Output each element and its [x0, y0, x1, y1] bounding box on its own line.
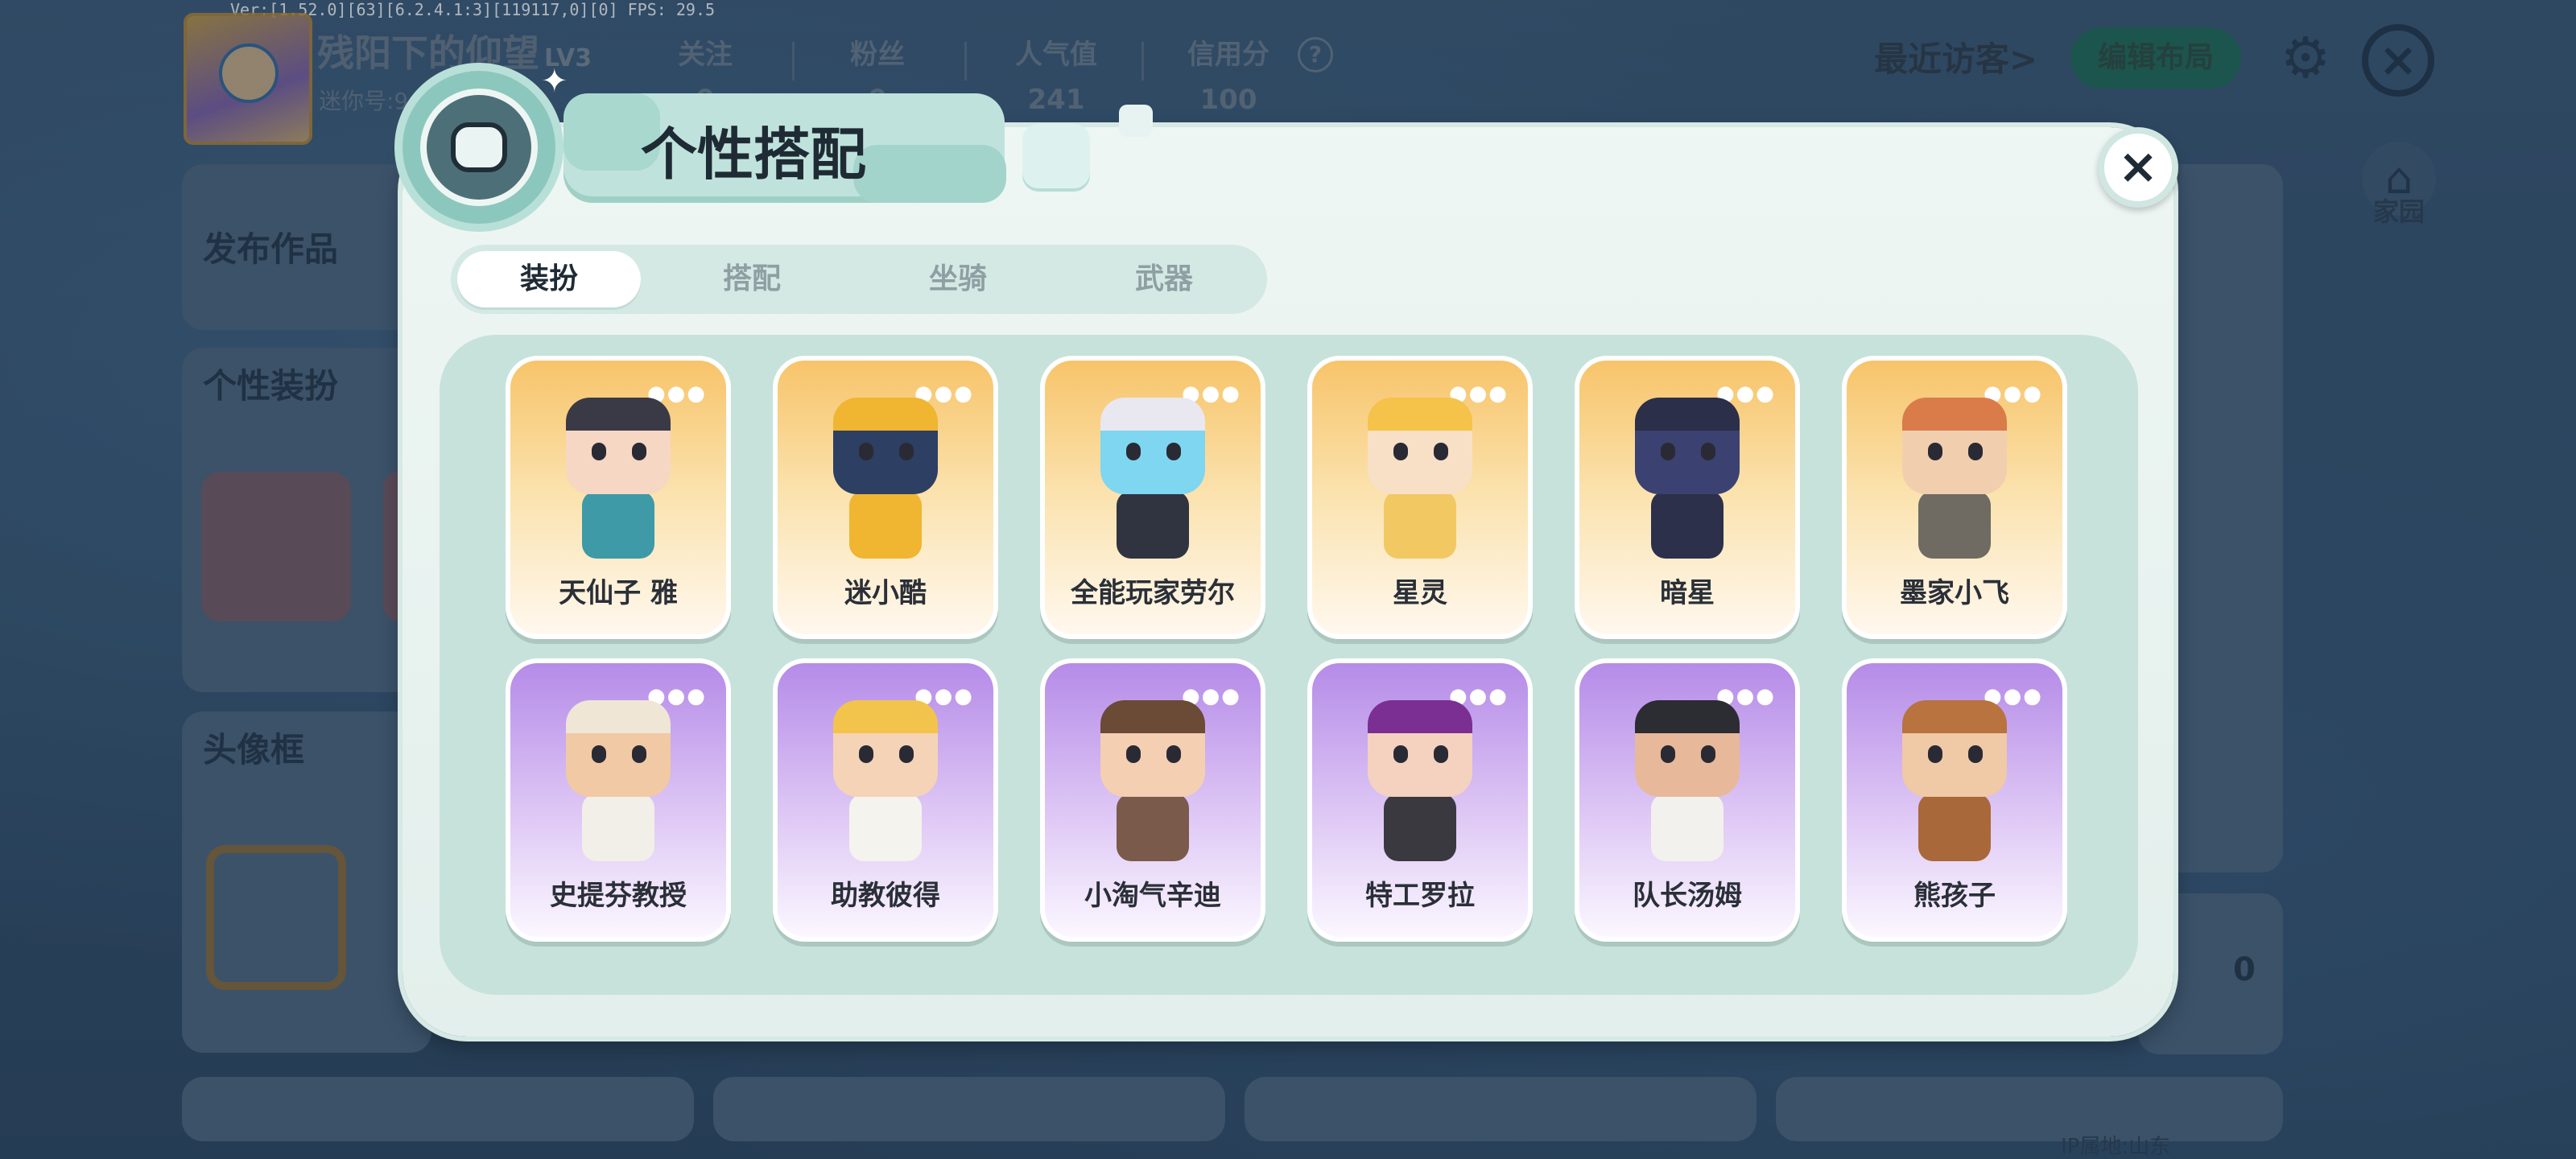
character-head: [1368, 700, 1472, 797]
skin-name: 史提芬教授: [550, 880, 687, 912]
skin-card[interactable]: ●●● 队长汤姆: [1575, 658, 1800, 942]
skin-card[interactable]: ●●● 星灵: [1307, 356, 1533, 639]
character-portrait: [1627, 398, 1748, 559]
decoration: [1022, 124, 1090, 188]
character-portrait: [1092, 398, 1213, 559]
character-head: [833, 700, 938, 797]
skin-card[interactable]: ●●● 迷小酷: [773, 356, 998, 639]
character-eye: [632, 745, 646, 763]
character-eye: [859, 745, 873, 763]
character-head: [833, 398, 938, 494]
mascot-face-icon: [451, 122, 507, 172]
character-head: [1635, 398, 1740, 494]
character-body: [1651, 491, 1724, 559]
skin-name: 天仙子 雅: [559, 577, 678, 609]
character-eye: [1126, 745, 1141, 763]
character-eye: [592, 745, 606, 763]
character-portrait: [1627, 700, 1748, 861]
category-tabs: 装扮 搭配 坐骑 武器: [451, 245, 1267, 314]
character-head: [1100, 700, 1205, 797]
character-eye: [899, 745, 914, 763]
character-portrait: [825, 700, 946, 861]
decoration: [853, 145, 1006, 203]
character-head: [1635, 700, 1740, 797]
skin-name: 全能玩家劳尔: [1071, 577, 1235, 609]
character-eye: [1434, 443, 1448, 460]
character-portrait: [558, 398, 679, 559]
character-body: [1651, 794, 1724, 861]
character-eye: [1126, 443, 1141, 460]
character-body: [1384, 794, 1456, 861]
character-eye: [632, 443, 646, 460]
character-body: [582, 491, 654, 559]
character-body: [849, 491, 922, 559]
skin-card[interactable]: ●●● 全能玩家劳尔: [1040, 356, 1265, 639]
character-head: [1902, 700, 2007, 797]
tab-mount[interactable]: 坐骑: [866, 251, 1050, 307]
character-eye: [1928, 443, 1942, 460]
mascot-emblem: [394, 63, 564, 232]
character-portrait: [1360, 700, 1480, 861]
character-body: [1918, 794, 1991, 861]
character-body: [1117, 794, 1189, 861]
character-eye: [1968, 443, 1983, 460]
skin-name: 暗星: [1660, 577, 1715, 609]
character-head: [566, 398, 671, 494]
character-body: [849, 794, 922, 861]
skin-card[interactable]: ●●● 暗星: [1575, 356, 1800, 639]
character-body: [1918, 491, 1991, 559]
character-eye: [1393, 745, 1408, 763]
character-portrait: [825, 398, 946, 559]
skin-name: 特工罗拉: [1365, 880, 1475, 912]
character-eye: [592, 443, 606, 460]
character-eye: [1701, 745, 1715, 763]
character-portrait: [1894, 398, 2015, 559]
character-portrait: [1360, 398, 1480, 559]
character-body: [1384, 491, 1456, 559]
character-portrait: [1894, 700, 2015, 861]
character-eye: [1393, 443, 1408, 460]
skin-card[interactable]: ●●● 天仙子 雅: [506, 356, 731, 639]
skin-card[interactable]: ●●● 墨家小飞: [1842, 356, 2067, 639]
character-eye: [1661, 745, 1675, 763]
tab-weapon[interactable]: 武器: [1072, 251, 1256, 307]
character-eye: [1434, 745, 1448, 763]
character-head: [1902, 398, 2007, 494]
skin-card[interactable]: ●●● 助教彼得: [773, 658, 998, 942]
decoration: [1119, 105, 1153, 137]
character-eye: [1661, 443, 1675, 460]
character-eye: [859, 443, 873, 460]
skin-card[interactable]: ●●● 史提芬教授: [506, 658, 731, 942]
tab-combo[interactable]: 搭配: [660, 251, 844, 307]
skin-name: 熊孩子: [1913, 880, 1996, 912]
character-eye: [1701, 443, 1715, 460]
character-body: [582, 794, 654, 861]
skin-card[interactable]: ●●● 熊孩子: [1842, 658, 2067, 942]
tab-outfit[interactable]: 装扮: [457, 251, 641, 307]
character-head: [566, 700, 671, 797]
character-eye: [1166, 443, 1181, 460]
character-portrait: [558, 700, 679, 861]
skin-card[interactable]: ●●● 小淘气辛迪: [1040, 658, 1265, 942]
character-eye: [1928, 745, 1942, 763]
character-portrait: [1092, 700, 1213, 861]
character-head: [1368, 398, 1472, 494]
skin-name: 队长汤姆: [1633, 880, 1742, 912]
character-head: [1100, 398, 1205, 494]
character-eye: [1968, 745, 1983, 763]
skin-name: 助教彼得: [831, 880, 940, 912]
mascot-icon: [420, 89, 538, 206]
skin-card[interactable]: ●●● 特工罗拉: [1307, 658, 1533, 942]
modal-title: 个性搭配: [641, 122, 866, 188]
character-body: [1117, 491, 1189, 559]
sparkle-icon: ✦: [541, 63, 568, 100]
modal-close-button[interactable]: ×: [2098, 127, 2178, 208]
skin-name: 小淘气辛迪: [1084, 880, 1221, 912]
skin-name: 迷小酷: [844, 577, 927, 609]
character-eye: [1166, 745, 1181, 763]
skin-name: 墨家小飞: [1900, 577, 2009, 609]
skin-name: 星灵: [1393, 577, 1447, 609]
character-eye: [899, 443, 914, 460]
